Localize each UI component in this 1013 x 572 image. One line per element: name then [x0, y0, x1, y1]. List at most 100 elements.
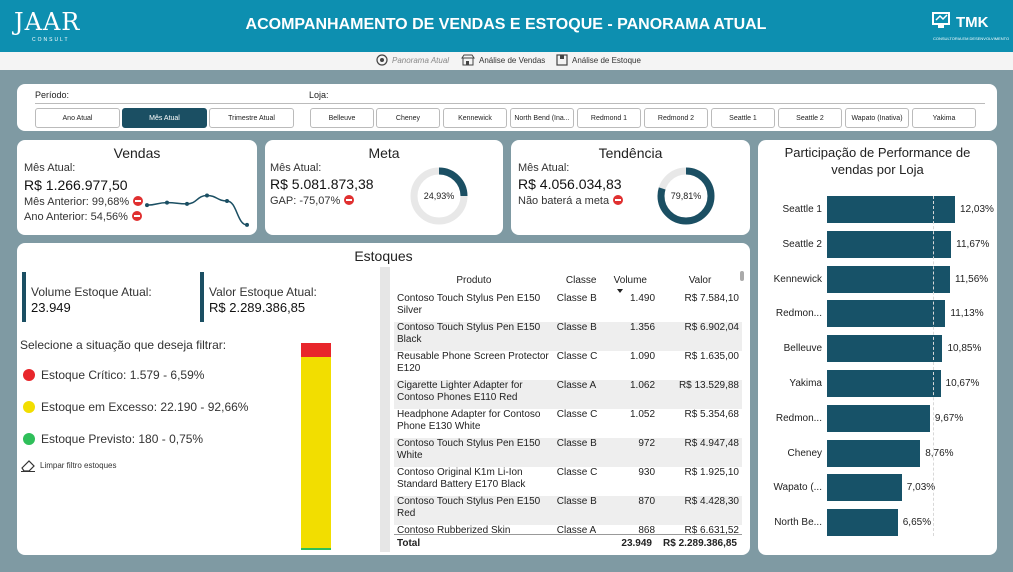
meta-title: Meta — [368, 145, 400, 161]
loja-yakima-button[interactable]: Yakima — [912, 108, 976, 128]
excesso-dot[interactable] — [23, 401, 35, 413]
tendencia-donut-label: 79,81% — [671, 191, 702, 201]
bar-category-label: Seattle 2 — [782, 238, 822, 250]
cell-produto: Cigarette Lighter Adapter for Contoso Ph… — [394, 380, 554, 409]
meta-gap: GAP: -75,07% — [270, 195, 341, 207]
bar-5[interactable] — [827, 335, 943, 363]
critico-dot[interactable] — [23, 369, 35, 381]
loja-redmond-2-button[interactable]: Redmond 2 — [644, 108, 708, 128]
participacao-panel: Participação de Performance de vendas po… — [758, 140, 997, 555]
tendencia-value: R$ 4.056.034,83 — [518, 176, 622, 192]
table-row[interactable]: Reusable Phone Screen Protector E120 Clas… — [394, 351, 742, 380]
loja-seattle-2-button[interactable]: Seattle 2 — [778, 108, 842, 128]
loja-redmond-1-button[interactable]: Redmond 1 — [577, 108, 641, 128]
sparkline-point[interactable] — [225, 198, 229, 203]
nav-analise-vendas[interactable]: Análise de Vendas — [461, 54, 545, 66]
cell-valor: R$ 5.354,68 — [684, 409, 740, 420]
bar-1[interactable] — [827, 196, 955, 223]
vendas-period-label: Mês Atual: — [24, 162, 76, 174]
sparkline-point[interactable] — [165, 200, 169, 205]
header-volume[interactable]: Volume — [609, 267, 658, 293]
produtos-table: Produto Classe Volume Valor Contoso Touc… — [394, 267, 742, 554]
bar-6[interactable] — [827, 370, 941, 397]
loja-seattle-1-button[interactable]: Seattle 1 — [711, 108, 775, 128]
bar-7[interactable] — [827, 404, 930, 432]
nav-analise-estoque[interactable]: Análise de Estoque — [556, 54, 641, 66]
bar-category-label: Kennewick — [773, 273, 822, 285]
valor-estoque-label: Valor Estoque Atual: — [209, 285, 317, 299]
vendas-card: Vendas Mês Atual: R$ 1.266.977,50 Mês An… — [17, 140, 257, 235]
loja-cheney-button[interactable]: Cheney — [376, 108, 440, 128]
meta-card: Meta Mês Atual: R$ 5.081.873,38 GAP: -75… — [265, 140, 503, 235]
bar-10[interactable] — [827, 509, 898, 537]
negative-indicator-icon — [131, 211, 142, 221]
eraser-icon — [21, 460, 35, 472]
sparkline-point[interactable] — [245, 222, 249, 227]
estoque-critico-option[interactable]: Estoque Crítico: 1.579 - 6,59% — [41, 368, 204, 382]
previsto-dot[interactable] — [23, 433, 35, 445]
loja-wapato-button[interactable]: Wapato (Inativa) — [845, 108, 909, 128]
table-scrollbar-thumb[interactable] — [740, 271, 744, 281]
loja-north-bend-button[interactable]: North Bend (Ina... — [510, 108, 574, 128]
meta-value: R$ 5.081.873,38 — [270, 176, 374, 192]
participacao-title: Participação de Performance de vendas po… — [784, 145, 971, 177]
estoque-stacked-bar — [301, 343, 331, 550]
negative-indicator-icon — [613, 195, 624, 205]
periodo-ano-atual-button[interactable]: Ano Atual — [35, 108, 120, 128]
header-valor[interactable]: Valor — [658, 267, 742, 293]
nav-panorama-atual[interactable]: Panorama Atual — [376, 54, 449, 66]
estoque-excesso-option[interactable]: Estoque em Excesso: 22.190 - 92,66% — [41, 400, 248, 414]
total-divider — [394, 534, 742, 535]
loja-kennewick-button[interactable]: Kennewick — [443, 108, 507, 128]
sparkline-point[interactable] — [185, 201, 189, 206]
cell-classe: Classe B — [553, 496, 609, 525]
nav-label: Panorama Atual — [392, 55, 450, 65]
sparkline-point[interactable] — [205, 193, 209, 198]
cell-produto: Contoso Original K1m Li-Ion Standard Bat… — [397, 467, 526, 490]
cell-produto: Contoso Touch Stylus Pen E150 White — [394, 438, 554, 467]
limpar-filtro-button[interactable]: Limpar filtro estoques — [20, 458, 116, 472]
tendencia-period-label: Mês Atual: — [518, 162, 570, 174]
table-row[interactable]: Contoso Touch Stylus Pen E150 White Class… — [394, 438, 742, 467]
sparkline-point[interactable] — [145, 203, 149, 208]
cell-volume: 1.356 — [608, 322, 659, 351]
table-left-scrollbar[interactable] — [380, 267, 390, 552]
sort-desc-icon — [617, 288, 623, 293]
table-row[interactable]: Contoso Original K1m Li-Ion Standard Bat… — [394, 467, 742, 496]
cell-produto: Contoso Touch Stylus Pen E150 Silver — [397, 293, 541, 316]
cell-volume: 870 — [608, 496, 659, 525]
participacao-bar-chart: Seattle 1 12,03% Seattle 2 11,67% Kennewick 1… — [758, 196, 997, 546]
loja-belleuve-button[interactable]: Belleuve — [310, 108, 374, 128]
cell-classe: Classe C — [556, 351, 598, 362]
table-row[interactable]: Headphone Adapter for Contoso Phone E130… — [394, 409, 742, 438]
periodo-mes-atual-button[interactable]: Mês Atual — [122, 108, 207, 128]
cell-classe: Classe A — [553, 380, 609, 409]
stack-segment-previsto[interactable] — [301, 548, 331, 550]
periodo-trimestre-atual-button[interactable]: Trimestre Atual — [209, 108, 294, 128]
nav-label: Análise de Estoque — [572, 55, 641, 65]
estoque-previsto-option[interactable]: Estoque Previsto: 180 - 0,75% — [41, 432, 203, 446]
stack-segment-excesso[interactable] — [301, 356, 331, 549]
bar-category-label: Seattle 1 — [782, 204, 822, 215]
header-produto[interactable]: Produto — [394, 267, 554, 293]
bar-category-label: Belleuve — [783, 343, 822, 355]
bar-value-label: 11,67% — [956, 238, 990, 250]
bar-category-label: Yakima — [789, 378, 822, 389]
bar-9[interactable] — [827, 474, 902, 502]
vendas-mes-anterior: Mês Anterior: 99,68% — [24, 196, 130, 208]
table-row[interactable]: Contoso Touch Stylus Pen E150 Black Class… — [394, 322, 742, 351]
table-row[interactable]: Contoso Touch Stylus Pen E150 Silver Clas… — [394, 293, 742, 322]
header-classe[interactable]: Classe — [554, 267, 609, 293]
stack-segment-critico[interactable] — [301, 343, 331, 357]
total-volume: 23.949 — [621, 538, 652, 549]
cell-volume: 1.490 — [629, 293, 656, 304]
logo-left-subtext: CONSULT — [32, 37, 70, 43]
table-row[interactable]: Cigarette Lighter Adapter for Contoso Ph… — [394, 380, 742, 409]
logo-right-subtext: CONSULTORIA EM DESENVOLVIMENTO — [933, 36, 1010, 41]
table-row[interactable]: Contoso Touch Stylus Pen E150 Red Classe … — [394, 496, 742, 525]
loja-label: Loja: — [309, 90, 329, 100]
page-navigation: Panorama Atual Análise de Vendas Análise… — [0, 52, 1013, 70]
bar-3[interactable] — [827, 265, 950, 293]
bar-8[interactable] — [827, 439, 921, 467]
bar-4[interactable] — [827, 300, 946, 328]
